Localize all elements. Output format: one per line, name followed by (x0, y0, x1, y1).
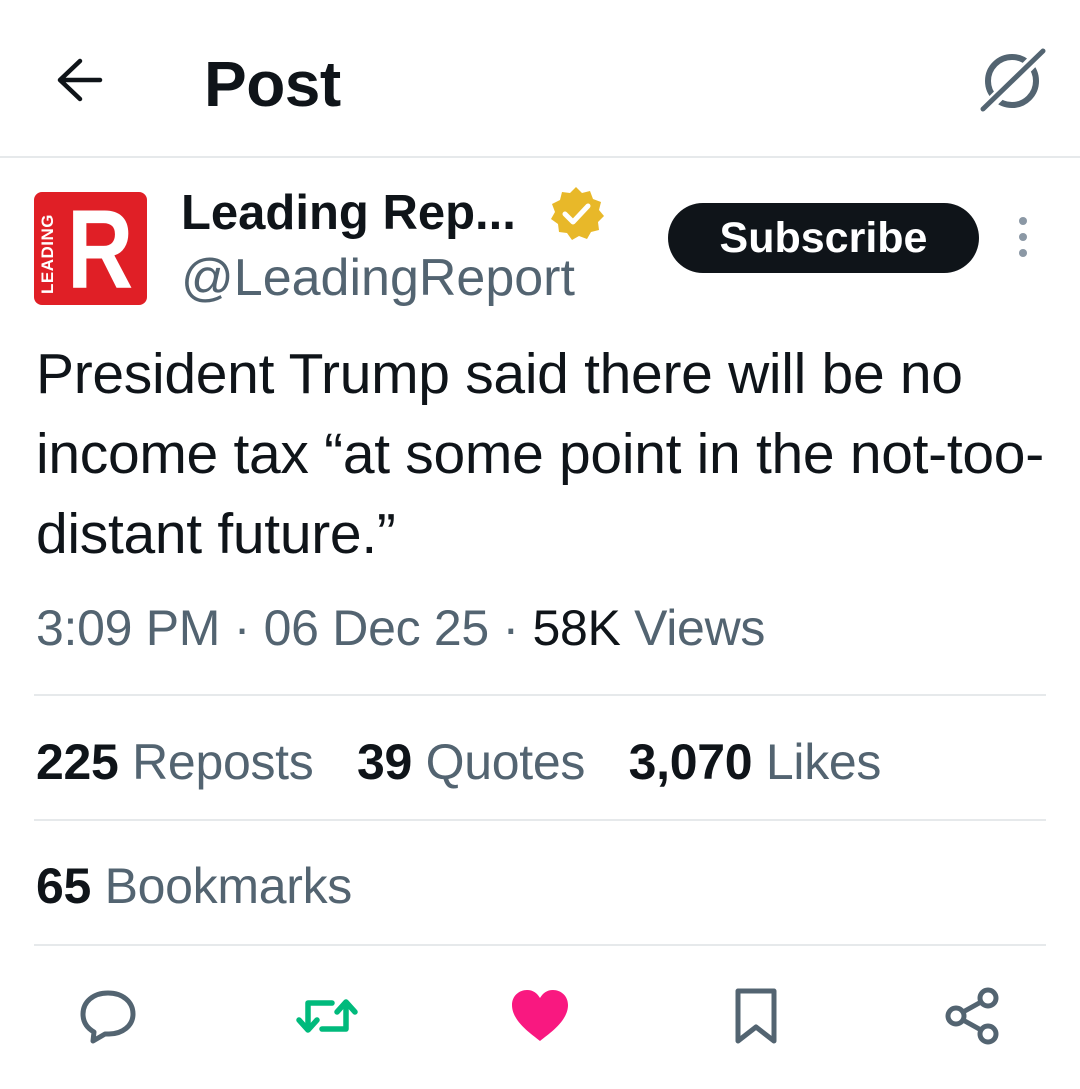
likes-count: 3,070 (628, 734, 753, 790)
meta-separator: · (488, 600, 533, 656)
tweet-meta: 3:09 PM · 06 Dec 25 · 58K Views (36, 596, 765, 660)
likes-stat[interactable]: 3,070 Likes (628, 734, 882, 790)
views-label: Views (620, 600, 766, 656)
divider (34, 819, 1046, 821)
back-button[interactable] (48, 52, 110, 108)
views-count: 58K (532, 600, 621, 656)
reposts-count: 225 (36, 734, 119, 790)
divider (34, 944, 1046, 946)
more-vertical-icon (1019, 217, 1027, 257)
verified-badge-icon[interactable] (547, 184, 605, 242)
author-name[interactable]: Leading Rep... (181, 182, 516, 244)
grok-icon (979, 47, 1047, 113)
top-bar: Post (0, 0, 1080, 158)
engagement-stats: 225 Reposts 39 Quotes 3,070 Likes (36, 730, 911, 794)
like-button[interactable] (508, 984, 572, 1048)
arrow-left-icon (57, 58, 103, 102)
bookmark-button[interactable] (724, 984, 788, 1048)
divider (34, 694, 1046, 696)
bookmarks-count: 65 (36, 858, 92, 914)
post-page: Post R LEADING Leading Rep... @LeadingRe… (0, 0, 1080, 1089)
page-title: Post (204, 48, 341, 120)
meta-separator: · (220, 600, 264, 656)
reply-icon (80, 990, 136, 1044)
grok-button[interactable] (972, 44, 1052, 116)
avatar-letter: R (67, 192, 134, 306)
author-handle[interactable]: @LeadingReport (181, 246, 575, 310)
reposts-label: Reposts (118, 734, 314, 790)
repost-icon (296, 999, 358, 1033)
tweet-text: President Trump said there will be no in… (36, 342, 1044, 566)
quotes-label: Quotes (412, 734, 586, 790)
tweet-time[interactable]: 3:09 PM (36, 600, 220, 656)
likes-label: Likes (752, 734, 882, 790)
heart-icon (512, 990, 568, 1041)
bookmarks-label: Bookmarks (91, 858, 353, 914)
avatar-word: LEADING (38, 214, 57, 294)
quotes-count: 39 (357, 734, 413, 790)
bookmarks-stat[interactable]: 65 Bookmarks (36, 854, 352, 918)
more-options-button[interactable] (1008, 212, 1038, 262)
tweet-date[interactable]: 06 Dec 25 (264, 600, 490, 656)
quotes-stat[interactable]: 39 Quotes (357, 734, 585, 790)
share-button[interactable] (940, 984, 1004, 1048)
subscribe-button[interactable]: Subscribe (668, 203, 979, 273)
share-icon (945, 987, 999, 1045)
reply-button[interactable] (76, 984, 140, 1048)
avatar[interactable]: R LEADING (34, 192, 147, 305)
reposts-stat[interactable]: 225 Reposts (36, 734, 314, 790)
bookmark-icon (735, 988, 777, 1044)
repost-button[interactable] (295, 984, 359, 1048)
